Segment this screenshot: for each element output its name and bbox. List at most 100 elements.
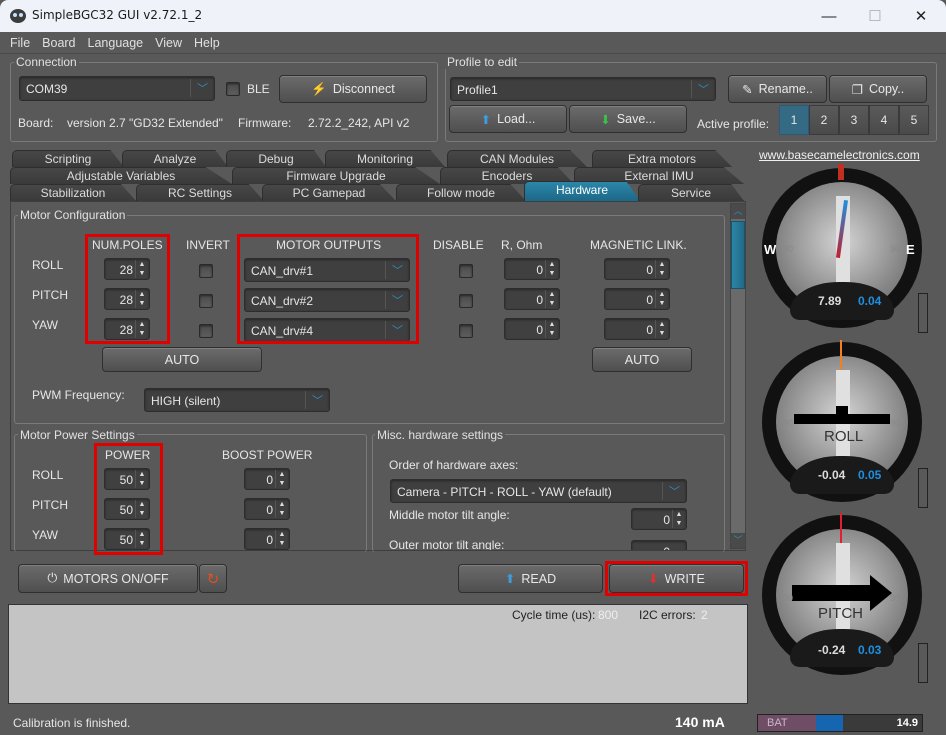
website-link[interactable]: www.basecamelectronics.com [759,148,920,162]
middle-tilt-input[interactable]: 0 ▲ ▼ [631,508,687,530]
spinner-arrows-icon[interactable]: ▲ ▼ [545,320,558,338]
yaw-disable-checkbox[interactable] [459,324,473,338]
close-button[interactable]: ✕ [898,0,944,32]
scroll-up-icon[interactable]: ︿ [731,204,745,219]
pitch-arrow-icon [870,575,892,611]
profile-select[interactable]: Profile1 ﹀ [450,77,716,101]
connection-group-label: Connection [14,55,79,69]
auto-magnetic-link-button[interactable]: AUTO [592,347,692,372]
tab-rc-settings[interactable]: RC Settings [136,184,264,201]
roll-magnetic-link-value: 0 [646,263,653,277]
pitch-boost-input[interactable]: 0 ▲ ▼ [244,498,290,520]
profile-tab-1[interactable]: 1 [779,105,809,135]
ble-label: BLE [247,82,270,96]
motor-power-label: Motor Power Settings [18,428,137,442]
tab-debug[interactable]: Debug [226,150,326,167]
roll-boost-input[interactable]: 0 ▲ ▼ [244,468,290,490]
save-button[interactable]: ⬇ Save... [569,105,687,133]
roll-horizon-tab [836,406,848,416]
load-icon: ⬆ [480,112,492,127]
profile-tab-3[interactable]: 3 [839,105,869,135]
roll-disable-checkbox[interactable] [459,264,473,278]
spinner-arrows-icon[interactable]: ▲ ▼ [545,260,558,278]
tab-hardware[interactable]: Hardware [524,181,640,201]
yaw-r-ohm-input[interactable]: 0 ▲ ▼ [504,318,560,340]
board-label: Board: [18,116,54,130]
tab-scripting[interactable]: Scripting [12,150,124,167]
pitch-r-ohm-input[interactable]: 0 ▲ ▼ [504,288,560,310]
menu-board[interactable]: Board [36,32,81,53]
minimize-button[interactable]: — [806,0,852,32]
menu-file[interactable]: File [4,32,36,53]
tab-extra-motors[interactable]: Extra motors [592,150,732,167]
reset-button[interactable]: ↻ [199,564,227,593]
pitch-disable-checkbox[interactable] [459,294,473,308]
rename-button[interactable]: ✎ Rename.. [728,75,827,103]
yaw-magnetic-link-input[interactable]: 0 ▲ ▼ [604,318,670,340]
menu-help[interactable]: Help [188,32,226,53]
roll-r-ohm-value: 0 [536,263,543,277]
scrollbar-thumb[interactable] [731,221,745,289]
save-icon: ⬇ [600,112,611,127]
pitch-level-indicator [918,643,928,683]
rename-label: Rename.. [758,82,813,96]
scroll-down-icon[interactable]: ﹀ [731,533,745,548]
port-select[interactable]: COM39 ﹀ [19,76,215,101]
vertical-scrollbar[interactable]: ︿ ﹀ [730,203,746,549]
ble-checkbox[interactable] [226,82,240,96]
profile-tab-5[interactable]: 5 [899,105,929,135]
yaw-boost-input[interactable]: 0 ▲ ▼ [244,528,290,550]
pitch-label: PITCH [32,288,68,302]
spinner-arrows-icon[interactable]: ▲ ▼ [545,290,558,308]
load-button[interactable]: ⬆ Load... [449,105,567,133]
axes-order-select[interactable]: Camera - PITCH - ROLL - YAW (default) ﹀ [390,479,687,503]
spinner-arrows-icon[interactable]: ▲ ▼ [655,320,668,338]
copy-icon: ❐ [851,82,863,97]
spinner-arrows-icon[interactable]: ▲ ▼ [672,510,685,528]
spinner-arrows-icon[interactable]: ▲ ▼ [275,470,288,488]
tab-service[interactable]: Service [638,184,744,201]
menu-view[interactable]: View [149,32,188,53]
read-button[interactable]: ⬆ READ [458,564,603,593]
log-area[interactable]: Cycle time (us): 800 I2C errors: 2 [8,604,748,704]
maximize-button[interactable]: ☐ [852,0,898,32]
pitch-r-ohm-value: 0 [536,293,543,307]
pwm-frequency-select[interactable]: HIGH (silent) ﹀ [144,388,330,412]
pitch-invert-checkbox[interactable] [199,294,213,308]
tab-can-modules[interactable]: CAN Modules [447,150,587,167]
tab-firmware-upgrade[interactable]: Firmware Upgrade [232,167,440,184]
tab-monitoring[interactable]: Monitoring [325,150,445,167]
status-message: Calibration is finished. [13,716,131,730]
roll-angle-value: -0.04 [818,468,846,482]
i2c-errors-value: 2 [701,608,708,622]
profile-tab-2[interactable]: 2 [809,105,839,135]
copy-button[interactable]: ❐ Copy.. [829,75,927,103]
roll-r-ohm-input[interactable]: 0 ▲ ▼ [504,258,560,280]
pitch-magnetic-link-input[interactable]: 0 ▲ ▼ [604,288,670,310]
tab-follow-mode[interactable]: Follow mode [396,184,526,201]
motors-on-off-button[interactable]: ⏻ MOTORS ON/OFF [18,564,198,593]
highlight-write [605,561,748,596]
disconnect-button[interactable]: ⚡ Disconnect [279,75,427,103]
outer-tilt-row: Outer motor tilt angle: 0 [380,536,720,550]
spinner-arrows-icon[interactable]: ▲ ▼ [655,260,668,278]
tab-analyze[interactable]: Analyze [122,150,228,167]
profile-tab-4[interactable]: 4 [869,105,899,135]
save-label: Save... [616,112,656,126]
battery-indicator: BAT 14.9 [757,714,923,732]
tab-stabilization[interactable]: Stabilization [10,184,136,201]
battery-voltage: 14.9 [896,717,918,729]
chevron-down-icon: ﹀ [305,391,329,409]
tab-adjustable-variables[interactable]: Adjustable Variables [10,167,232,184]
spinner-arrows-icon[interactable]: ▲ ▼ [275,500,288,518]
tab-pc-gamepad[interactable]: PC Gamepad [262,184,396,201]
roll-invert-checkbox[interactable] [199,264,213,278]
spinner-arrows-icon[interactable]: ▲ ▼ [275,530,288,548]
auto-num-poles-button[interactable]: AUTO [102,347,262,372]
spinner-arrows-icon[interactable]: ▲ ▼ [655,290,668,308]
menu-language[interactable]: Language [82,32,150,53]
outer-tilt-input[interactable]: 0 [631,540,687,550]
battery-label: BAT [767,717,788,729]
yaw-invert-checkbox[interactable] [199,324,213,338]
roll-magnetic-link-input[interactable]: 0 ▲ ▼ [604,258,670,280]
